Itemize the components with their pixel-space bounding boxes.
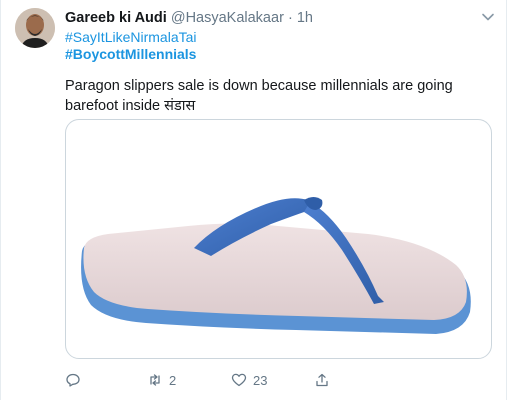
reply-icon [66,373,80,387]
like-button[interactable]: 23 [231,372,267,388]
slipper-illustration [81,197,471,334]
hashtag-link[interactable]: #BoycottMillennials [65,45,196,63]
chevron-down-icon[interactable] [481,10,495,24]
hashtag-link[interactable]: #SayItLikeNirmalaTai [65,28,197,46]
tweet-actions: 2 23 [65,372,365,392]
heart-icon [231,373,247,387]
like-count: 23 [253,372,268,388]
timestamp[interactable]: 1h [297,10,313,26]
retweet-count: 2 [169,372,177,388]
reply-button[interactable] [65,372,87,388]
separator-dot: · [287,10,293,26]
share-icon [316,373,328,387]
author-handle[interactable]: @HasyaKalakaar [171,10,284,26]
tweet-card[interactable]: Gareeb ki Audi @HasyaKalakaar · 1h #SayI… [0,0,507,400]
retweet-icon [150,374,160,386]
author-name[interactable]: Gareeb ki Audi [65,10,167,26]
share-button[interactable] [314,372,336,388]
retweet-button[interactable]: 2 [147,372,176,388]
tweet-header: Gareeb ki Audi @HasyaKalakaar · 1h [65,9,313,28]
avatar[interactable] [15,8,55,48]
tweet-image[interactable] [65,119,492,359]
tweet-text: Paragon slippers sale is down because mi… [65,78,453,114]
